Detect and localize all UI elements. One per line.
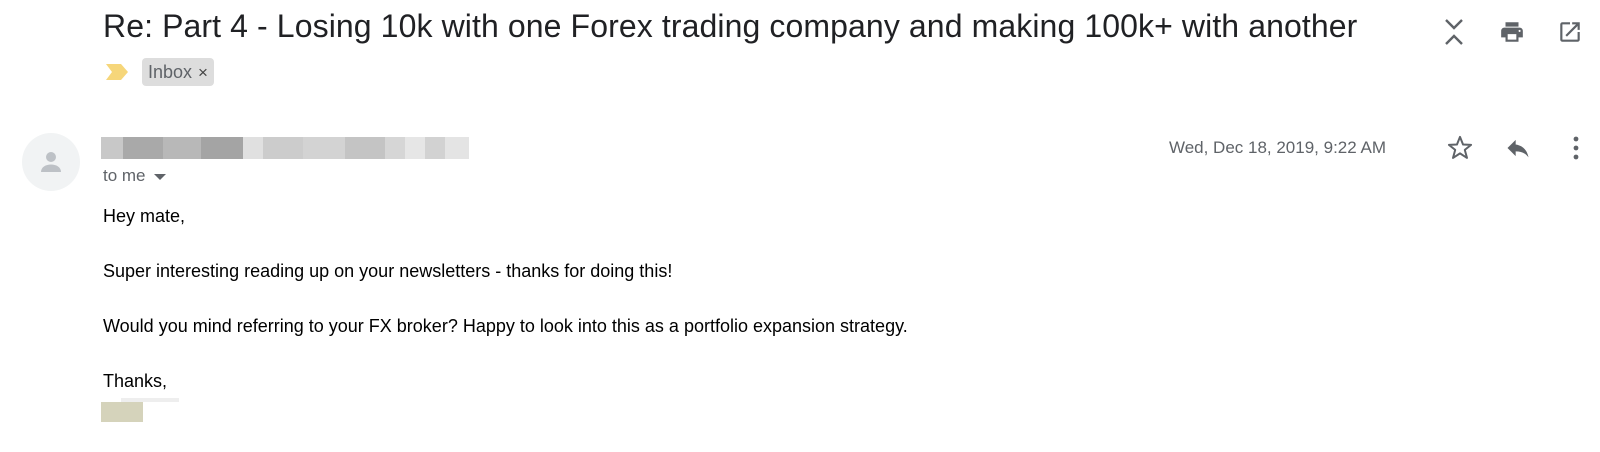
subject-line: Re: Part 4 - Losing 10k with one Forex t…: [103, 8, 1358, 44]
print-button[interactable]: [1494, 14, 1530, 50]
body-paragraph: Super interesting reading up on your new…: [103, 261, 673, 281]
message-toolbar: [1442, 128, 1594, 168]
body-greeting: Hey mate,: [103, 206, 186, 226]
recipient-details[interactable]: to me: [103, 166, 166, 186]
print-icon: [1501, 22, 1523, 42]
thread-toolbar: [1436, 14, 1588, 50]
importance-marker[interactable]: [104, 63, 130, 81]
star-button[interactable]: [1442, 128, 1478, 168]
open-in-new-window-icon: [1560, 22, 1580, 42]
signature-redacted: [101, 398, 179, 422]
recipient-text: to me: [103, 166, 146, 185]
more-options-button[interactable]: [1558, 128, 1594, 168]
sender-avatar[interactable]: [22, 133, 80, 191]
open-in-new-window-button[interactable]: [1552, 14, 1588, 50]
labels-row: Inbox ×: [104, 58, 214, 86]
chevron-down-icon[interactable]: [153, 174, 166, 180]
importance-marker-icon: [106, 64, 128, 80]
sender-name-redacted[interactable]: [101, 137, 469, 159]
more-vert-icon: [1573, 136, 1579, 160]
label-chip-text: Inbox: [148, 61, 193, 82]
message-date: Wed, Dec 18, 2019, 9:22 AM: [1168, 138, 1386, 157]
collapse-all-button[interactable]: [1436, 14, 1472, 50]
label-chip-inbox: Inbox ×: [142, 58, 214, 86]
message-body: Hey mate, Super interesting reading up o…: [103, 205, 908, 392]
body-paragraph: Would you mind referring to your FX brok…: [103, 316, 908, 336]
default-avatar-icon: [41, 152, 61, 172]
body-closing: Thanks,: [103, 371, 168, 391]
reply-button[interactable]: [1500, 128, 1536, 168]
remove-label-button[interactable]: ×: [198, 64, 208, 81]
collapse-all-icon: [1445, 19, 1463, 45]
reply-icon: [1507, 139, 1529, 158]
star-icon: [1447, 135, 1473, 159]
